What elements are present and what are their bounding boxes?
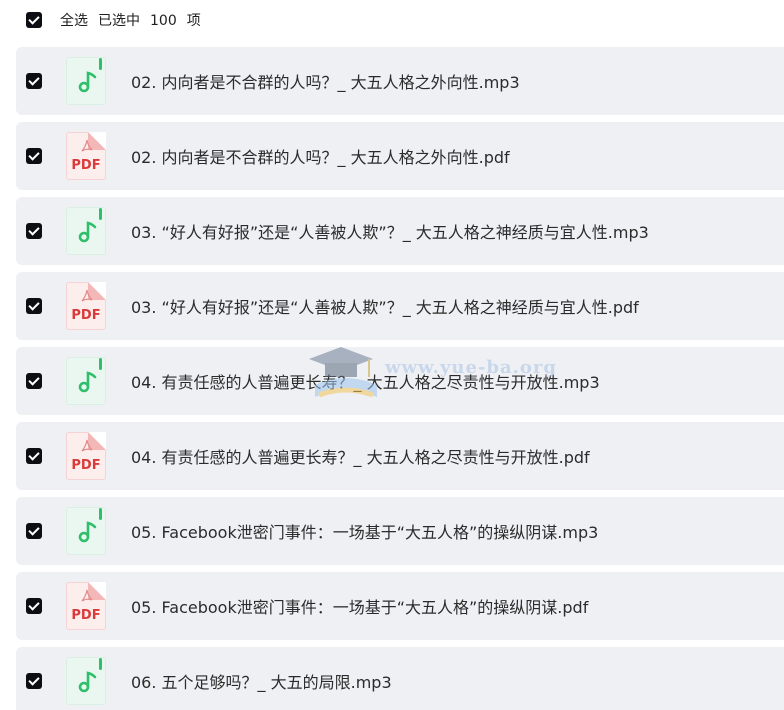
- file-checkbox[interactable]: [26, 673, 42, 689]
- pdf-label: PDF: [71, 608, 101, 623]
- file-checkbox[interactable]: [26, 223, 42, 239]
- music-note-icon: [66, 357, 106, 405]
- file-name: 05. Facebook泄密门事件：一场基于“大五人格”的操纵阴谋.mp3: [131, 523, 599, 542]
- selection-header: 全选 已选中 100 项: [0, 0, 784, 40]
- pdf-file-icon: PDF: [66, 582, 106, 630]
- pdf-file-icon: PDF: [66, 432, 106, 480]
- file-row[interactable]: 06. 五个足够吗？_ 大五的局限.mp3: [16, 647, 784, 710]
- selected-prefix: 已选中: [98, 13, 140, 29]
- file-name: 04. 有责任感的人普遍更长寿？_ 大五人格之尽责性与开放性.mp3: [131, 373, 600, 392]
- music-note-icon: [66, 57, 106, 105]
- selected-count: 100: [150, 13, 177, 29]
- file-row[interactable]: PDF 02. 内向者是不合群的人吗？_ 大五人格之外向性.pdf: [16, 122, 784, 190]
- file-checkbox[interactable]: [26, 373, 42, 389]
- pdf-file-icon: PDF: [66, 132, 106, 180]
- file-row[interactable]: 02. 内向者是不合群的人吗？_ 大五人格之外向性.mp3: [16, 47, 784, 115]
- file-checkbox[interactable]: [26, 598, 42, 614]
- selected-count-text: 已选中 100 项: [98, 10, 211, 30]
- music-note-icon: [66, 507, 106, 555]
- file-checkbox[interactable]: [26, 73, 42, 89]
- file-row[interactable]: PDF 05. Facebook泄密门事件：一场基于“大五人格”的操纵阴谋.pdf: [16, 572, 784, 640]
- music-note-icon: [66, 657, 106, 705]
- select-all-label[interactable]: 全选: [60, 10, 88, 30]
- file-row[interactable]: PDF 03. “好人有好报”还是“人善被人欺”？_ 大五人格之神经质与宜人性.p…: [16, 272, 784, 340]
- file-name: 03. “好人有好报”还是“人善被人欺”？_ 大五人格之神经质与宜人性.pdf: [131, 298, 639, 317]
- file-checkbox[interactable]: [26, 523, 42, 539]
- pdf-file-icon: PDF: [66, 282, 106, 330]
- selected-suffix: 项: [186, 13, 201, 29]
- file-row[interactable]: 03. “好人有好报”还是“人善被人欺”？_ 大五人格之神经质与宜人性.mp3: [16, 197, 784, 265]
- music-note-icon: [66, 207, 106, 255]
- file-name: 02. 内向者是不合群的人吗？_ 大五人格之外向性.mp3: [131, 73, 520, 92]
- file-checkbox[interactable]: [26, 448, 42, 464]
- file-name: 04. 有责任感的人普遍更长寿？_ 大五人格之尽责性与开放性.pdf: [131, 448, 590, 467]
- pdf-label: PDF: [71, 308, 101, 323]
- pdf-label: PDF: [71, 458, 101, 473]
- file-selection-page: 全选 已选中 100 项 02. 内向者是不合群的人吗？_ 大五人格之外向性.mp3…: [0, 0, 784, 710]
- file-name: 02. 内向者是不合群的人吗？_ 大五人格之外向性.pdf: [131, 148, 510, 167]
- file-name: 05. Facebook泄密门事件：一场基于“大五人格”的操纵阴谋.pdf: [131, 598, 589, 617]
- file-name: 06. 五个足够吗？_ 大五的局限.mp3: [131, 673, 392, 692]
- pdf-label: PDF: [71, 158, 101, 173]
- file-name: 03. “好人有好报”还是“人善被人欺”？_ 大五人格之神经质与宜人性.mp3: [131, 223, 649, 242]
- file-row[interactable]: 04. 有责任感的人普遍更长寿？_ 大五人格之尽责性与开放性.mp3: [16, 347, 784, 415]
- file-checkbox[interactable]: [26, 298, 42, 314]
- file-row[interactable]: 05. Facebook泄密门事件：一场基于“大五人格”的操纵阴谋.mp3: [16, 497, 784, 565]
- file-checkbox[interactable]: [26, 148, 42, 164]
- file-row[interactable]: PDF 04. 有责任感的人普遍更长寿？_ 大五人格之尽责性与开放性.pdf: [16, 422, 784, 490]
- select-all-checkbox[interactable]: [26, 12, 42, 28]
